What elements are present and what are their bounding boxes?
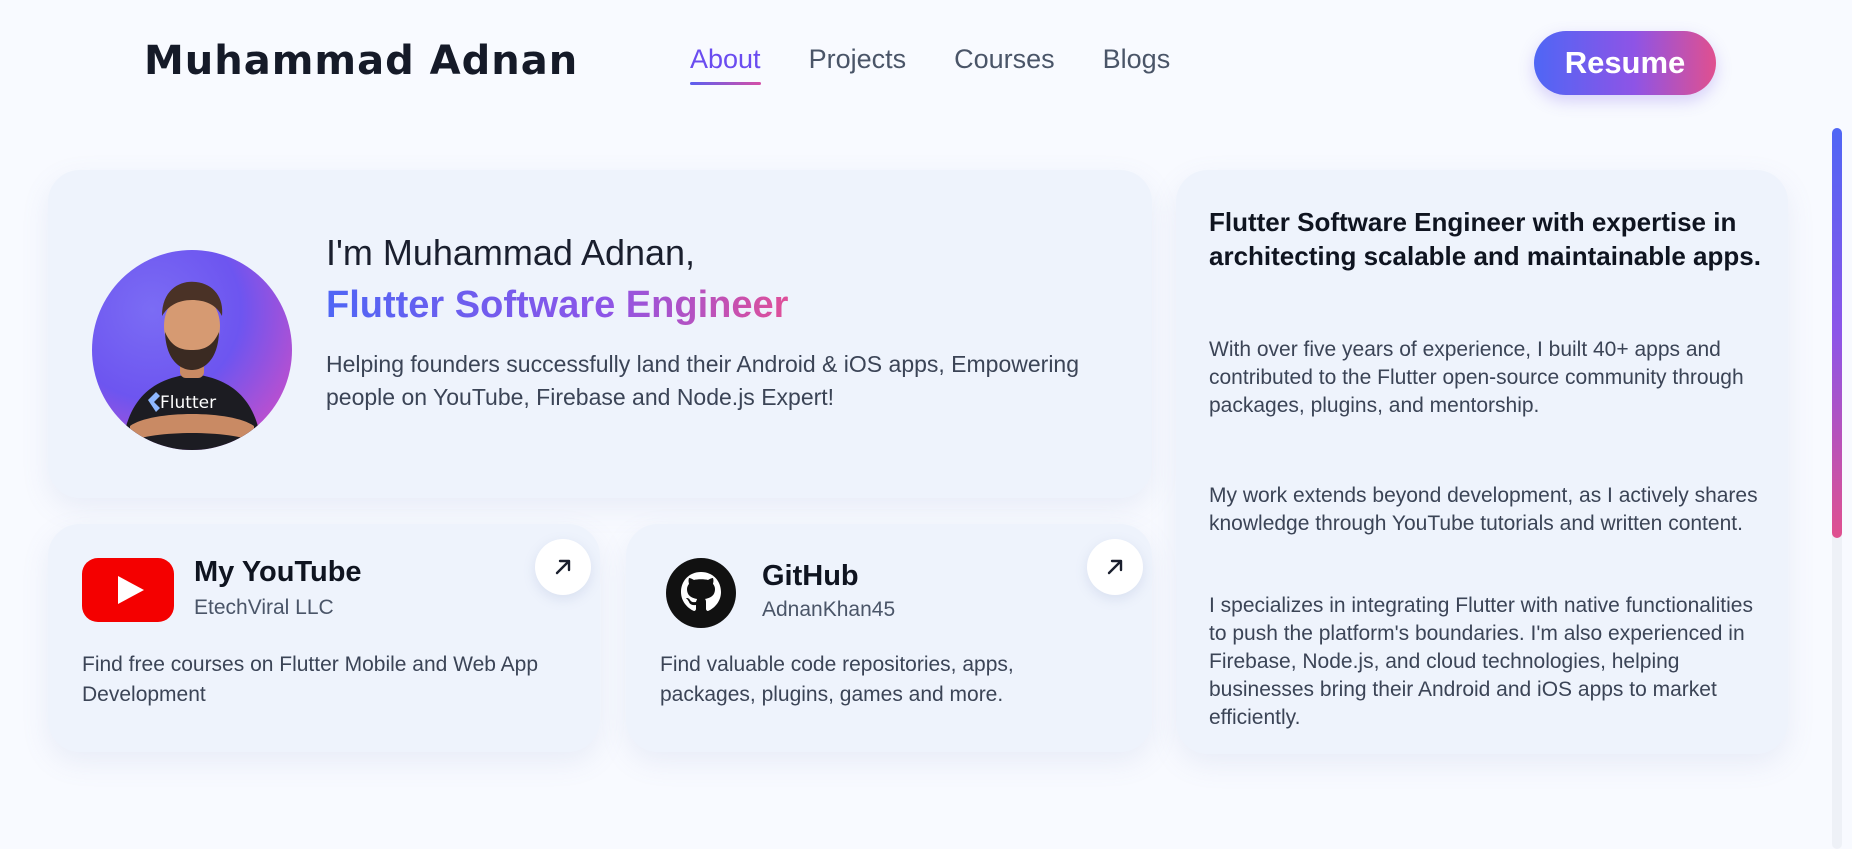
main-nav: About Projects Courses Blogs	[690, 44, 1170, 85]
scrollbar-thumb[interactable]	[1832, 128, 1842, 538]
nav-about[interactable]: About	[690, 44, 761, 85]
resume-button[interactable]: Resume	[1534, 31, 1716, 95]
avatar-shirt-text: Flutter	[160, 393, 216, 413]
hero-intro: I'm Muhammad Adnan,	[326, 232, 696, 273]
nav-projects[interactable]: Projects	[809, 44, 907, 85]
github-open-button[interactable]	[1087, 539, 1143, 595]
about-paragraph: With over five years of experience, I bu…	[1209, 338, 1744, 417]
github-title: GitHub	[762, 560, 859, 592]
about-heading: Flutter Software Engineer with expertise…	[1209, 207, 1761, 271]
arrow-up-right-icon	[555, 559, 571, 575]
github-subtitle: AdnanKhan45	[762, 598, 896, 621]
about-paragraph: I specializes in integrating Flutter wit…	[1209, 594, 1753, 729]
site-header: Muhammad Adnan About Projects Courses Bl…	[0, 0, 1852, 124]
arrow-up-right-icon	[1107, 559, 1123, 575]
hero-description: Helping founders successfully land their…	[326, 351, 1080, 410]
nav-blogs[interactable]: Blogs	[1103, 44, 1171, 85]
nav-courses[interactable]: Courses	[954, 44, 1055, 85]
github-description: Find valuable code repositories, apps, p…	[660, 653, 1014, 706]
youtube-description: Find free courses on Flutter Mobile and …	[82, 653, 539, 706]
youtube-subtitle: EtechViral LLC	[194, 596, 334, 619]
youtube-title: My YouTube	[194, 556, 362, 588]
avatar-person-illustration: Flutter	[122, 281, 262, 450]
github-logo-icon	[666, 558, 736, 628]
about-paragraph: My work extends beyond development, as I…	[1209, 484, 1758, 535]
youtube-logo-icon	[82, 558, 174, 622]
hero-role: Flutter Software Engineer	[326, 284, 789, 326]
avatar: Flutter	[92, 250, 292, 450]
brand-name[interactable]: Muhammad Adnan	[144, 38, 578, 84]
youtube-open-button[interactable]	[535, 539, 591, 595]
